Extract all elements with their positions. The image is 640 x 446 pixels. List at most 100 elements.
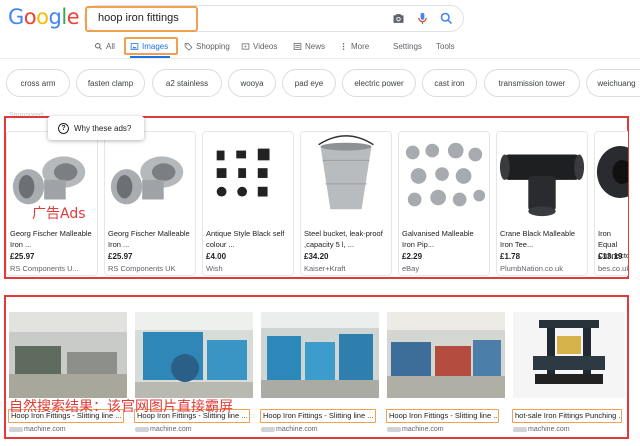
ad-store: RS Components UK	[108, 264, 176, 273]
search-tabs: All Images Shopping Videos News More Set…	[0, 40, 640, 56]
related-search-chips: cross arm fasten clamp a2 stainless wooy…	[6, 69, 640, 97]
product-image	[301, 132, 391, 220]
result-source: machine.com	[387, 426, 444, 433]
chip[interactable]: fasten clamp	[76, 69, 145, 97]
chip[interactable]: transmission tower	[484, 69, 580, 97]
blurred-domain	[135, 426, 149, 432]
tab-videos[interactable]: Videos	[241, 42, 277, 51]
ad-price: £25.97	[10, 252, 35, 261]
ad-price: £2.29	[402, 252, 423, 261]
more-vert-icon	[342, 43, 345, 50]
why-these-ads-label: Why these ads?	[74, 123, 132, 133]
logo-letter: G	[8, 5, 24, 29]
tab-shopping[interactable]: Shopping	[184, 42, 230, 51]
chip[interactable]: wooya	[228, 69, 276, 97]
product-image	[203, 132, 293, 220]
chip[interactable]: cross arm	[6, 69, 70, 97]
tools-link[interactable]: Tools	[436, 42, 455, 51]
result-source: machine.com	[9, 426, 66, 433]
logo-letter: g	[48, 5, 62, 29]
source-text: machine.com	[402, 426, 444, 433]
image-result-card[interactable]: hot-sale Iron Fittings Punching ... mach…	[512, 312, 625, 435]
product-image	[595, 132, 628, 220]
product-image	[105, 132, 195, 220]
tab-label: Shopping	[196, 42, 230, 51]
result-source: machine.com	[513, 426, 570, 433]
ad-store: bes.co.uk	[598, 264, 628, 273]
search-input[interactable]: hoop iron fittings	[98, 12, 179, 24]
image-result-card[interactable]: Hoop Iron Fittings - Slitting line ... m…	[134, 312, 253, 435]
microphone-icon[interactable]	[415, 11, 430, 26]
result-title[interactable]: Hoop Iron Fittings - Slitting line ...	[386, 409, 499, 423]
chip[interactable]: a2 stainless	[152, 69, 222, 97]
blurred-domain	[9, 426, 23, 432]
ad-store: RS Components U...	[10, 264, 79, 273]
product-image	[399, 132, 489, 220]
image-result-card[interactable]: Hoop Iron Fittings - Slitting line ... m…	[260, 312, 379, 435]
result-image	[513, 312, 625, 398]
tab-all[interactable]: All	[94, 42, 115, 51]
result-image	[387, 312, 505, 398]
ad-card[interactable]: Antique Style Black self colour ... £4.0…	[202, 131, 294, 276]
product-image	[497, 132, 587, 220]
source-text: machine.com	[528, 426, 570, 433]
search-icon	[95, 43, 102, 50]
ad-store: PlumbNation.co.uk	[500, 264, 563, 273]
ad-title: Georg Fischer Malleable Iron ...	[10, 229, 92, 249]
ad-title: Antique Style Black self colour ...	[206, 229, 285, 249]
ad-price: £4.00	[206, 252, 227, 261]
result-image	[9, 312, 127, 398]
ad-price: £13.19	[598, 252, 623, 261]
image-result-card[interactable]: Hoop Iron Fittings - Slitting line ... m…	[8, 312, 127, 435]
chip[interactable]: weichuang	[586, 69, 640, 97]
source-text: machine.com	[150, 426, 192, 433]
ad-title: Crane Black Malleable Iron Tee...	[500, 229, 576, 249]
ad-price: £1.78	[500, 252, 521, 261]
tab-label: Videos	[253, 42, 278, 51]
tab-more[interactable]: More	[339, 42, 369, 51]
organic-annotation-label: 自然搜索结果：该官网图片直接霸屏	[9, 399, 233, 415]
why-these-ads-popup[interactable]: ? Why these ads?	[48, 116, 144, 140]
news-icon	[293, 43, 302, 50]
tab-news[interactable]: News	[293, 42, 325, 51]
ad-card[interactable]: Iron Equal Connector... £13.19 bes.co.uk	[594, 131, 628, 276]
logo-letter: o	[23, 5, 37, 29]
search-box[interactable]: hoop iron fittings	[84, 5, 464, 32]
ad-store: Wish	[206, 264, 223, 273]
header-divider	[0, 58, 640, 59]
logo-letter: e	[66, 5, 80, 29]
ad-title: Galvanised Malleable Iron Pip...	[402, 229, 474, 249]
images-tab-highlight-annotation	[124, 37, 178, 55]
chip[interactable]: electric power	[342, 69, 416, 97]
blurred-domain	[387, 426, 401, 432]
settings-link[interactable]: Settings	[393, 42, 422, 51]
tab-label: More	[351, 42, 370, 51]
tab-label: News	[305, 42, 326, 51]
result-image	[135, 312, 253, 398]
search-icon[interactable]	[439, 11, 454, 26]
image-result-card[interactable]: Hoop Iron Fittings - Slitting line ... m…	[386, 312, 505, 435]
source-text: machine.com	[276, 426, 318, 433]
ads-annotation-label: 广告Ads	[32, 206, 86, 222]
result-title[interactable]: hot-sale Iron Fittings Punching ...	[512, 409, 622, 423]
tab-label: Tools	[436, 42, 455, 51]
ad-store: Kaiser+Kraft	[304, 264, 346, 273]
tab-label: All	[106, 42, 115, 51]
ad-card[interactable]: Crane Black Malleable Iron Tee... £1.78 …	[496, 131, 588, 276]
chip[interactable]: pad eye	[282, 69, 336, 97]
ad-card[interactable]: Steel bucket, leak-proof ,capacity 5 l, …	[300, 131, 392, 276]
camera-icon[interactable]	[391, 11, 406, 26]
tab-label: Settings	[393, 42, 422, 51]
result-title[interactable]: Hoop Iron Fittings - Slitting line ...	[260, 409, 376, 423]
logo-letter: o	[36, 5, 49, 29]
ad-price: £34.20	[304, 252, 329, 261]
ad-title: Steel bucket, leak-proof ,capacity 5 l, …	[304, 229, 383, 249]
result-image	[261, 312, 379, 398]
google-logo[interactable]: Google	[8, 5, 80, 29]
chip[interactable]: cast iron	[422, 69, 477, 97]
ad-card[interactable]: Galvanised Malleable Iron Pip... £2.29 e…	[398, 131, 490, 276]
ad-card[interactable]: Georg Fischer Malleable Iron ... £25.97 …	[104, 131, 196, 276]
blurred-domain	[513, 426, 527, 432]
blurred-domain	[261, 426, 275, 432]
tag-icon	[184, 43, 193, 51]
